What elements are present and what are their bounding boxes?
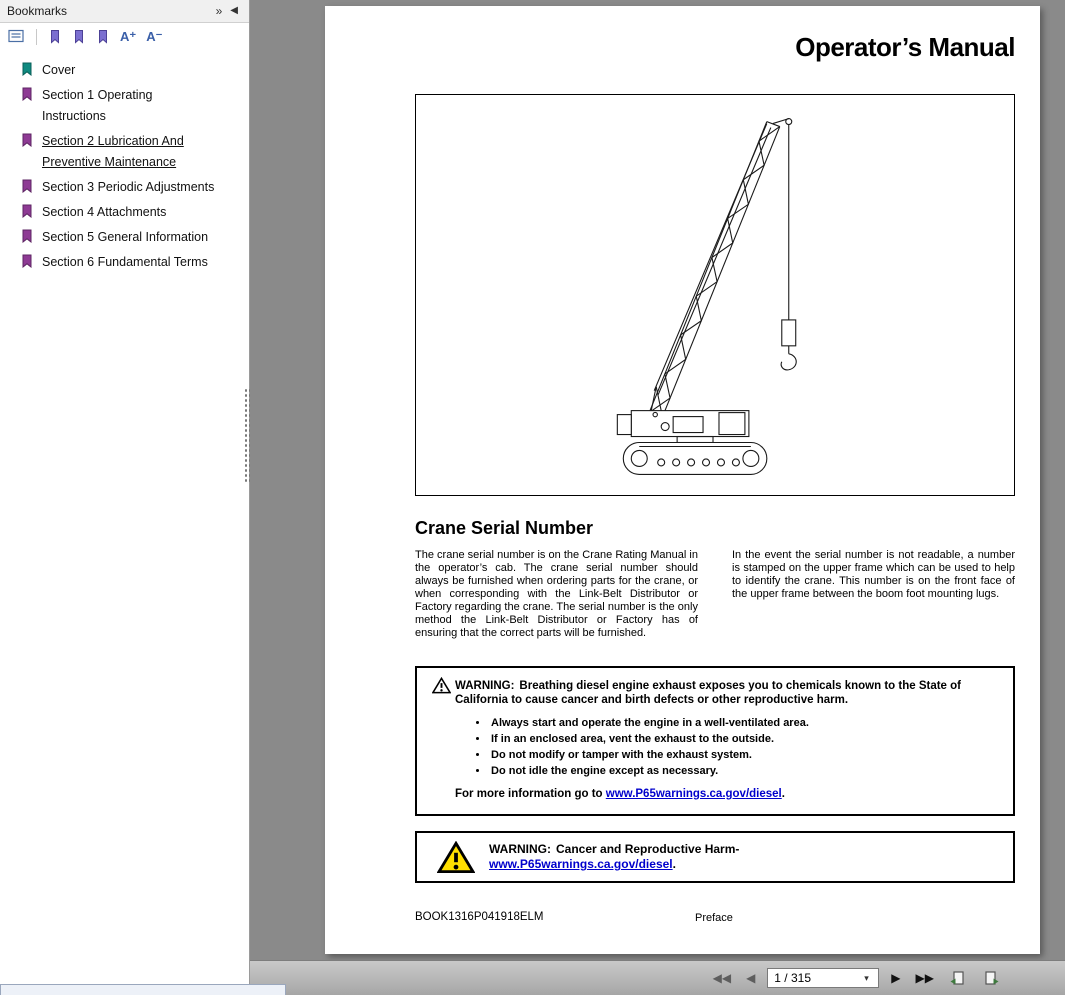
bookmarks-panel-title: Bookmarks bbox=[7, 4, 67, 18]
bookmark-label: Section 1 Operating Instructions bbox=[42, 85, 241, 127]
bookmarks-list: Cover Section 1 Operating Instructions S… bbox=[0, 50, 249, 275]
page-number-input[interactable] bbox=[774, 971, 862, 985]
bookmark-ribbon-icon bbox=[20, 204, 34, 218]
body-text-left: The crane serial number is on the Crane … bbox=[415, 549, 698, 640]
footer-book-number: BOOK1316P041918ELM bbox=[415, 911, 544, 923]
more-info-prefix: For more information go to bbox=[455, 788, 606, 800]
warning-label: WARNING: bbox=[489, 842, 551, 856]
warning-label: WARNING: bbox=[455, 680, 514, 692]
warning-2-intro: Cancer and Reproductive Harm- bbox=[556, 842, 739, 856]
warning-2-text: WARNING: Cancer and Reproductive Harm- ww… bbox=[489, 842, 739, 872]
bookmark-label: Section 3 Periodic Adjustments bbox=[42, 177, 241, 198]
sidebar-item-section-2[interactable]: Section 2 Lubrication And Preventive Mai… bbox=[0, 129, 249, 175]
panel-options-icon[interactable] bbox=[4, 27, 29, 46]
body-text-right: In the event the serial number is not re… bbox=[732, 549, 1015, 640]
warning-bullet: If in an enclosed area, vent the exhaust… bbox=[489, 731, 1013, 747]
warning-2-suffix: . bbox=[673, 857, 676, 871]
warning-box-p65: WARNING: Cancer and Reproductive Harm- ww… bbox=[415, 831, 1015, 883]
text-larger-icon[interactable]: A⁺ bbox=[116, 27, 140, 47]
bookmark-flag-icon-3[interactable] bbox=[92, 27, 114, 46]
document-page: Operator’s Manual bbox=[325, 6, 1040, 954]
previous-page-button[interactable]: ◀ bbox=[743, 970, 758, 986]
next-view-icon bbox=[982, 970, 1000, 986]
bookmark-label: Cover bbox=[42, 60, 241, 81]
bookmark-ribbon-glyph bbox=[48, 29, 62, 44]
bookmark-ribbon-icon bbox=[20, 87, 34, 101]
page-dropdown-icon[interactable]: ▾ bbox=[862, 973, 871, 984]
next-page-button[interactable]: ▶ bbox=[888, 970, 903, 986]
previous-view-icon bbox=[949, 970, 967, 986]
last-page-icon: ▶▶ bbox=[916, 972, 934, 984]
bookmark-label: Section 5 General Information bbox=[42, 227, 241, 248]
bookmark-label: Section 2 Lubrication And Preventive Mai… bbox=[42, 131, 241, 173]
warning-triangle-yellow-icon bbox=[437, 841, 475, 874]
sidebar-item-section-4[interactable]: Section 4 Attachments bbox=[0, 200, 249, 225]
sidebar-item-section-5[interactable]: Section 5 General Information bbox=[0, 225, 249, 250]
last-page-button[interactable]: ▶▶ bbox=[913, 970, 937, 986]
p65-link[interactable]: www.P65warnings.ca.gov/diesel bbox=[489, 857, 673, 871]
sidebar-item-section-1[interactable]: Section 1 Operating Instructions bbox=[0, 83, 249, 129]
bookmark-ribbon-icon bbox=[20, 179, 34, 193]
bookmarks-panel: Bookmarks » ◀ bbox=[0, 0, 250, 995]
bookmark-flag-icon-2[interactable] bbox=[68, 27, 90, 46]
previous-page-icon: ◀ bbox=[746, 972, 755, 984]
document-canvas: Operator’s Manual bbox=[250, 0, 1065, 960]
warning-triangle-icon bbox=[432, 677, 451, 694]
bookmark-ribbon-icon bbox=[20, 254, 34, 268]
panel-collapse-icon[interactable]: ◀ bbox=[226, 6, 242, 16]
warning-head: WARNING:Breathing diesel engine exhaust … bbox=[417, 668, 1013, 707]
next-view-button[interactable] bbox=[979, 968, 1003, 988]
bookmark-label: Section 6 Fundamental Terms bbox=[42, 252, 241, 273]
more-info-suffix: . bbox=[782, 788, 785, 800]
bookmark-ribbon-glyph bbox=[96, 29, 110, 44]
bookmark-ribbon-glyph bbox=[72, 29, 86, 44]
first-page-icon: ◀◀ bbox=[713, 972, 731, 984]
bookmarks-toolbar: A⁺ A⁻ bbox=[0, 23, 249, 50]
toolbar-separator bbox=[36, 29, 37, 45]
warning-bullet-list: Always start and operate the engine in a… bbox=[489, 715, 1013, 779]
page-number-field: ▾ bbox=[767, 968, 879, 988]
crane-drawing bbox=[416, 95, 1014, 495]
sidebar-item-section-6[interactable]: Section 6 Fundamental Terms bbox=[0, 250, 249, 275]
bookmark-flag-icon-1[interactable] bbox=[44, 27, 66, 46]
bookmarks-panel-header: Bookmarks » ◀ bbox=[0, 0, 249, 23]
warning-bullet: Do not idle the engine except as necessa… bbox=[489, 763, 1013, 779]
text-smaller-icon[interactable]: A⁻ bbox=[142, 27, 166, 47]
text-smaller-label: A⁻ bbox=[146, 29, 162, 45]
next-page-icon: ▶ bbox=[891, 972, 900, 984]
warning-box-diesel: WARNING:Breathing diesel engine exhaust … bbox=[415, 666, 1015, 816]
bottom-left-panel bbox=[0, 984, 286, 995]
first-page-button[interactable]: ◀◀ bbox=[710, 970, 734, 986]
warning-bullet: Do not modify or tamper with the exhaust… bbox=[489, 747, 1013, 763]
text-larger-label: A⁺ bbox=[120, 29, 136, 45]
warning-bullet: Always start and operate the engine in a… bbox=[489, 715, 1013, 731]
bookmark-ribbon-icon bbox=[20, 62, 34, 76]
bookmark-label: Section 4 Attachments bbox=[42, 202, 241, 223]
previous-view-button[interactable] bbox=[946, 968, 970, 988]
options-list-icon bbox=[8, 29, 25, 44]
warning-intro-text: Breathing diesel engine exhaust exposes … bbox=[455, 680, 961, 706]
p65-diesel-link[interactable]: www.P65warnings.ca.gov/diesel bbox=[606, 788, 782, 800]
body-text-columns: The crane serial number is on the Crane … bbox=[415, 549, 1015, 640]
sidebar-item-section-3[interactable]: Section 3 Periodic Adjustments bbox=[0, 175, 249, 200]
section-heading: Crane Serial Number bbox=[415, 518, 593, 539]
page-navigation-bar: ◀◀ ◀ ▾ ▶ ▶▶ bbox=[250, 960, 1065, 995]
warning-more-info: For more information go to www.P65warnin… bbox=[455, 788, 1013, 800]
crane-illustration bbox=[415, 94, 1015, 496]
sidebar-item-cover[interactable]: Cover bbox=[0, 58, 249, 83]
bookmark-ribbon-icon bbox=[20, 133, 34, 147]
footer-page-label: Preface bbox=[695, 912, 733, 924]
bookmark-ribbon-icon bbox=[20, 229, 34, 243]
panel-expand-icon[interactable]: » bbox=[212, 5, 227, 17]
page-title: Operator’s Manual bbox=[795, 32, 1015, 63]
